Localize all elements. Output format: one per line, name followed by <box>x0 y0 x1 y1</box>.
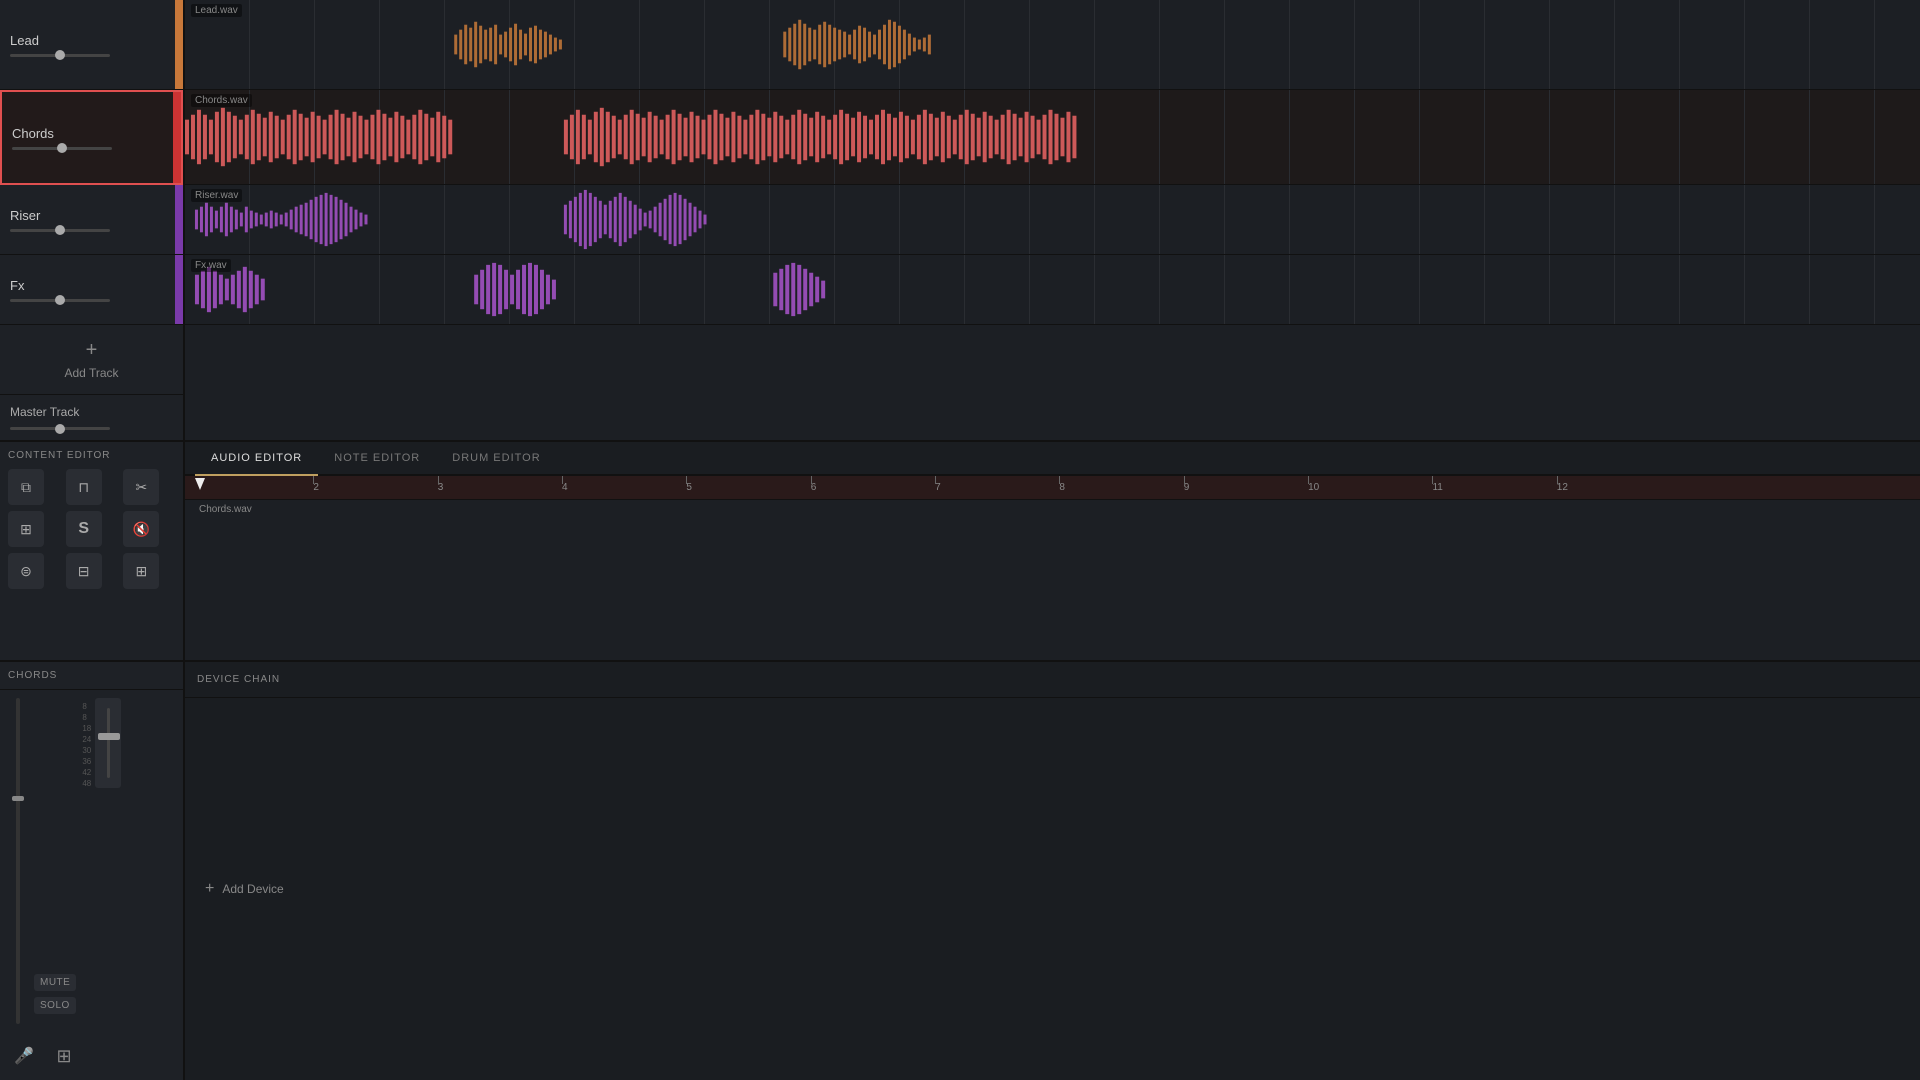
ruler-mark-3: 3 <box>438 476 444 499</box>
waveform-chords <box>185 90 1920 184</box>
mixer-button[interactable]: ⊞ <box>48 1040 80 1072</box>
group2-icon-btn[interactable]: ⊞ <box>123 553 159 589</box>
mute-button[interactable]: MUTE <box>34 974 76 991</box>
track-name-fx: Fx <box>10 278 173 293</box>
bottom-icons: 🎤 ⊞ <box>0 1032 183 1080</box>
waveform-riser <box>185 185 1920 254</box>
add-track-label: Add Track <box>64 366 118 380</box>
ruler-mark-2: 2 <box>313 476 319 499</box>
track-name-riser: Riser <box>10 208 173 223</box>
chords-label: CHORDS <box>0 662 183 690</box>
track-file-label-fx: Fx.wav <box>191 259 231 272</box>
middle-section: CONTENT EDITOR ⧉ ⊓ ✂ ⊞ S 🔇 ⊜ ⊟ ⊞ AUDIO E… <box>0 442 1920 662</box>
track-item-fx[interactable]: Fx <box>0 255 183 325</box>
content-editor-panel: CONTENT EDITOR ⧉ ⊓ ✂ ⊞ S 🔇 ⊜ ⊟ ⊞ <box>0 442 185 660</box>
track-name-chords: Chords <box>12 126 171 141</box>
editor-tabs: AUDIO EDITOR NOTE EDITOR DRUM EDITOR <box>185 442 1920 476</box>
timeline-row-lead: Lead.wav <box>185 0 1920 90</box>
db-scale: 8 8 18 24 30 36 42 48 <box>82 698 91 788</box>
channel-strip: 8 8 18 24 30 36 42 48 <box>82 698 121 1024</box>
top-section: Lead Chords Riser Fx + Add Track <box>0 0 1920 442</box>
track-item-chords[interactable]: Chords <box>0 90 183 185</box>
add-track-button[interactable]: + Add Track <box>0 325 183 394</box>
device-chain-panel: DEVICE CHAIN + Add Device <box>185 662 1920 1080</box>
mic-button[interactable]: 🎤 <box>8 1040 40 1072</box>
timeline-row-fx: Fx.wav <box>185 255 1920 325</box>
chords-fader-area <box>8 698 28 1024</box>
chords-vertical-fader[interactable] <box>16 698 20 1024</box>
s-icon-btn[interactable]: S <box>66 511 102 547</box>
timeline-row-riser: Riser.wav <box>185 185 1920 255</box>
audio-editor-panel: AUDIO EDITOR NOTE EDITOR DRUM EDITOR 2 3… <box>185 442 1920 660</box>
record-icon-btn[interactable]: ⊞ <box>8 511 44 547</box>
track-color-chords <box>173 92 181 183</box>
master-volume-slider[interactable] <box>10 427 110 430</box>
timeline-area: Lead.wav Chords.wav <box>185 0 1920 440</box>
device-chain-content: + Add Device <box>185 698 1920 1080</box>
add-device-plus-icon: + <box>205 880 214 898</box>
timeline-tracks: Lead.wav Chords.wav <box>185 0 1920 440</box>
track-color-riser <box>175 185 183 254</box>
track-file-label-lead: Lead.wav <box>191 4 242 17</box>
ruler-mark-10: 10 <box>1308 476 1319 499</box>
chords-controls: MUTE SOLO 8 8 18 24 30 36 42 48 <box>0 690 183 1032</box>
add-track-plus-icon: + <box>86 339 98 362</box>
cut-icon-btn[interactable]: ✂ <box>123 469 159 505</box>
add-device-label: Add Device <box>222 882 283 896</box>
eq-icon-btn[interactable]: ⊜ <box>8 553 44 589</box>
content-editor-icons: ⧉ ⊓ ✂ ⊞ S 🔇 ⊜ ⊟ ⊞ <box>8 469 175 589</box>
fader-thumb-handle <box>98 733 120 740</box>
ruler-marks-container: 2 3 4 5 6 7 8 9 10 11 12 <box>189 476 1916 499</box>
audio-file-label: Chords.wav <box>199 504 252 515</box>
ruler-mark-9: 9 <box>1184 476 1190 499</box>
track-color-fx <box>175 255 183 324</box>
playhead-marker <box>195 478 205 490</box>
track-volume-riser[interactable] <box>10 229 110 232</box>
tab-audio-editor[interactable]: AUDIO EDITOR <box>195 442 318 476</box>
device-chain-label: DEVICE CHAIN <box>185 662 1920 698</box>
fader-track <box>107 708 110 778</box>
chords-fader-thumb <box>12 796 24 801</box>
ruler-mark-4: 4 <box>562 476 568 499</box>
paste-icon-btn[interactable]: ⊓ <box>66 469 102 505</box>
track-file-label-chords: Chords.wav <box>191 94 252 107</box>
copy-icon-btn[interactable]: ⧉ <box>8 469 44 505</box>
ruler-mark-7: 7 <box>935 476 941 499</box>
track-item-riser[interactable]: Riser <box>0 185 183 255</box>
add-device-button[interactable]: + Add Device <box>205 880 284 898</box>
bottom-section: CHORDS MUTE SOLO 8 8 18 24 30 <box>0 662 1920 1080</box>
content-editor-label: CONTENT EDITOR <box>8 450 175 461</box>
track-volume-chords[interactable] <box>12 147 112 150</box>
master-track-section: Master Track <box>0 394 183 440</box>
track-color-lead <box>175 0 183 89</box>
tab-drum-editor[interactable]: DRUM EDITOR <box>436 442 556 476</box>
track-volume-fx[interactable] <box>10 299 110 302</box>
grid2-icon-btn[interactable]: ⊟ <box>66 553 102 589</box>
ruler-mark-11: 11 <box>1432 476 1442 499</box>
track-file-label-riser: Riser.wav <box>191 189 242 202</box>
audio-editor-timeline: 2 3 4 5 6 7 8 9 10 11 12 Chords.wav <box>185 476 1920 660</box>
waveform-fx <box>185 255 1920 324</box>
mute-icon-btn[interactable]: 🔇 <box>123 511 159 547</box>
track-volume-lead[interactable] <box>10 54 110 57</box>
channel-fader[interactable] <box>95 698 121 788</box>
ruler-mark-6: 6 <box>811 476 817 499</box>
solo-button[interactable]: SOLO <box>34 997 76 1014</box>
ruler-mark-5: 5 <box>686 476 692 499</box>
track-list: Lead Chords Riser Fx + Add Track <box>0 0 185 440</box>
track-item-lead[interactable]: Lead <box>0 0 183 90</box>
ruler-mark-12: 12 <box>1557 476 1568 499</box>
tab-note-editor[interactable]: NOTE EDITOR <box>318 442 436 476</box>
mute-solo-area: MUTE SOLO <box>34 698 76 1024</box>
timeline-row-chords: Chords.wav <box>185 90 1920 185</box>
waveform-lead <box>185 0 1920 89</box>
ruler-mark-8: 8 <box>1059 476 1065 499</box>
master-track-label: Master Track <box>10 405 173 419</box>
timeline-ruler: 2 3 4 5 6 7 8 9 10 11 12 <box>185 476 1920 500</box>
chords-panel: CHORDS MUTE SOLO 8 8 18 24 30 <box>0 662 185 1080</box>
track-name-lead: Lead <box>10 33 173 48</box>
